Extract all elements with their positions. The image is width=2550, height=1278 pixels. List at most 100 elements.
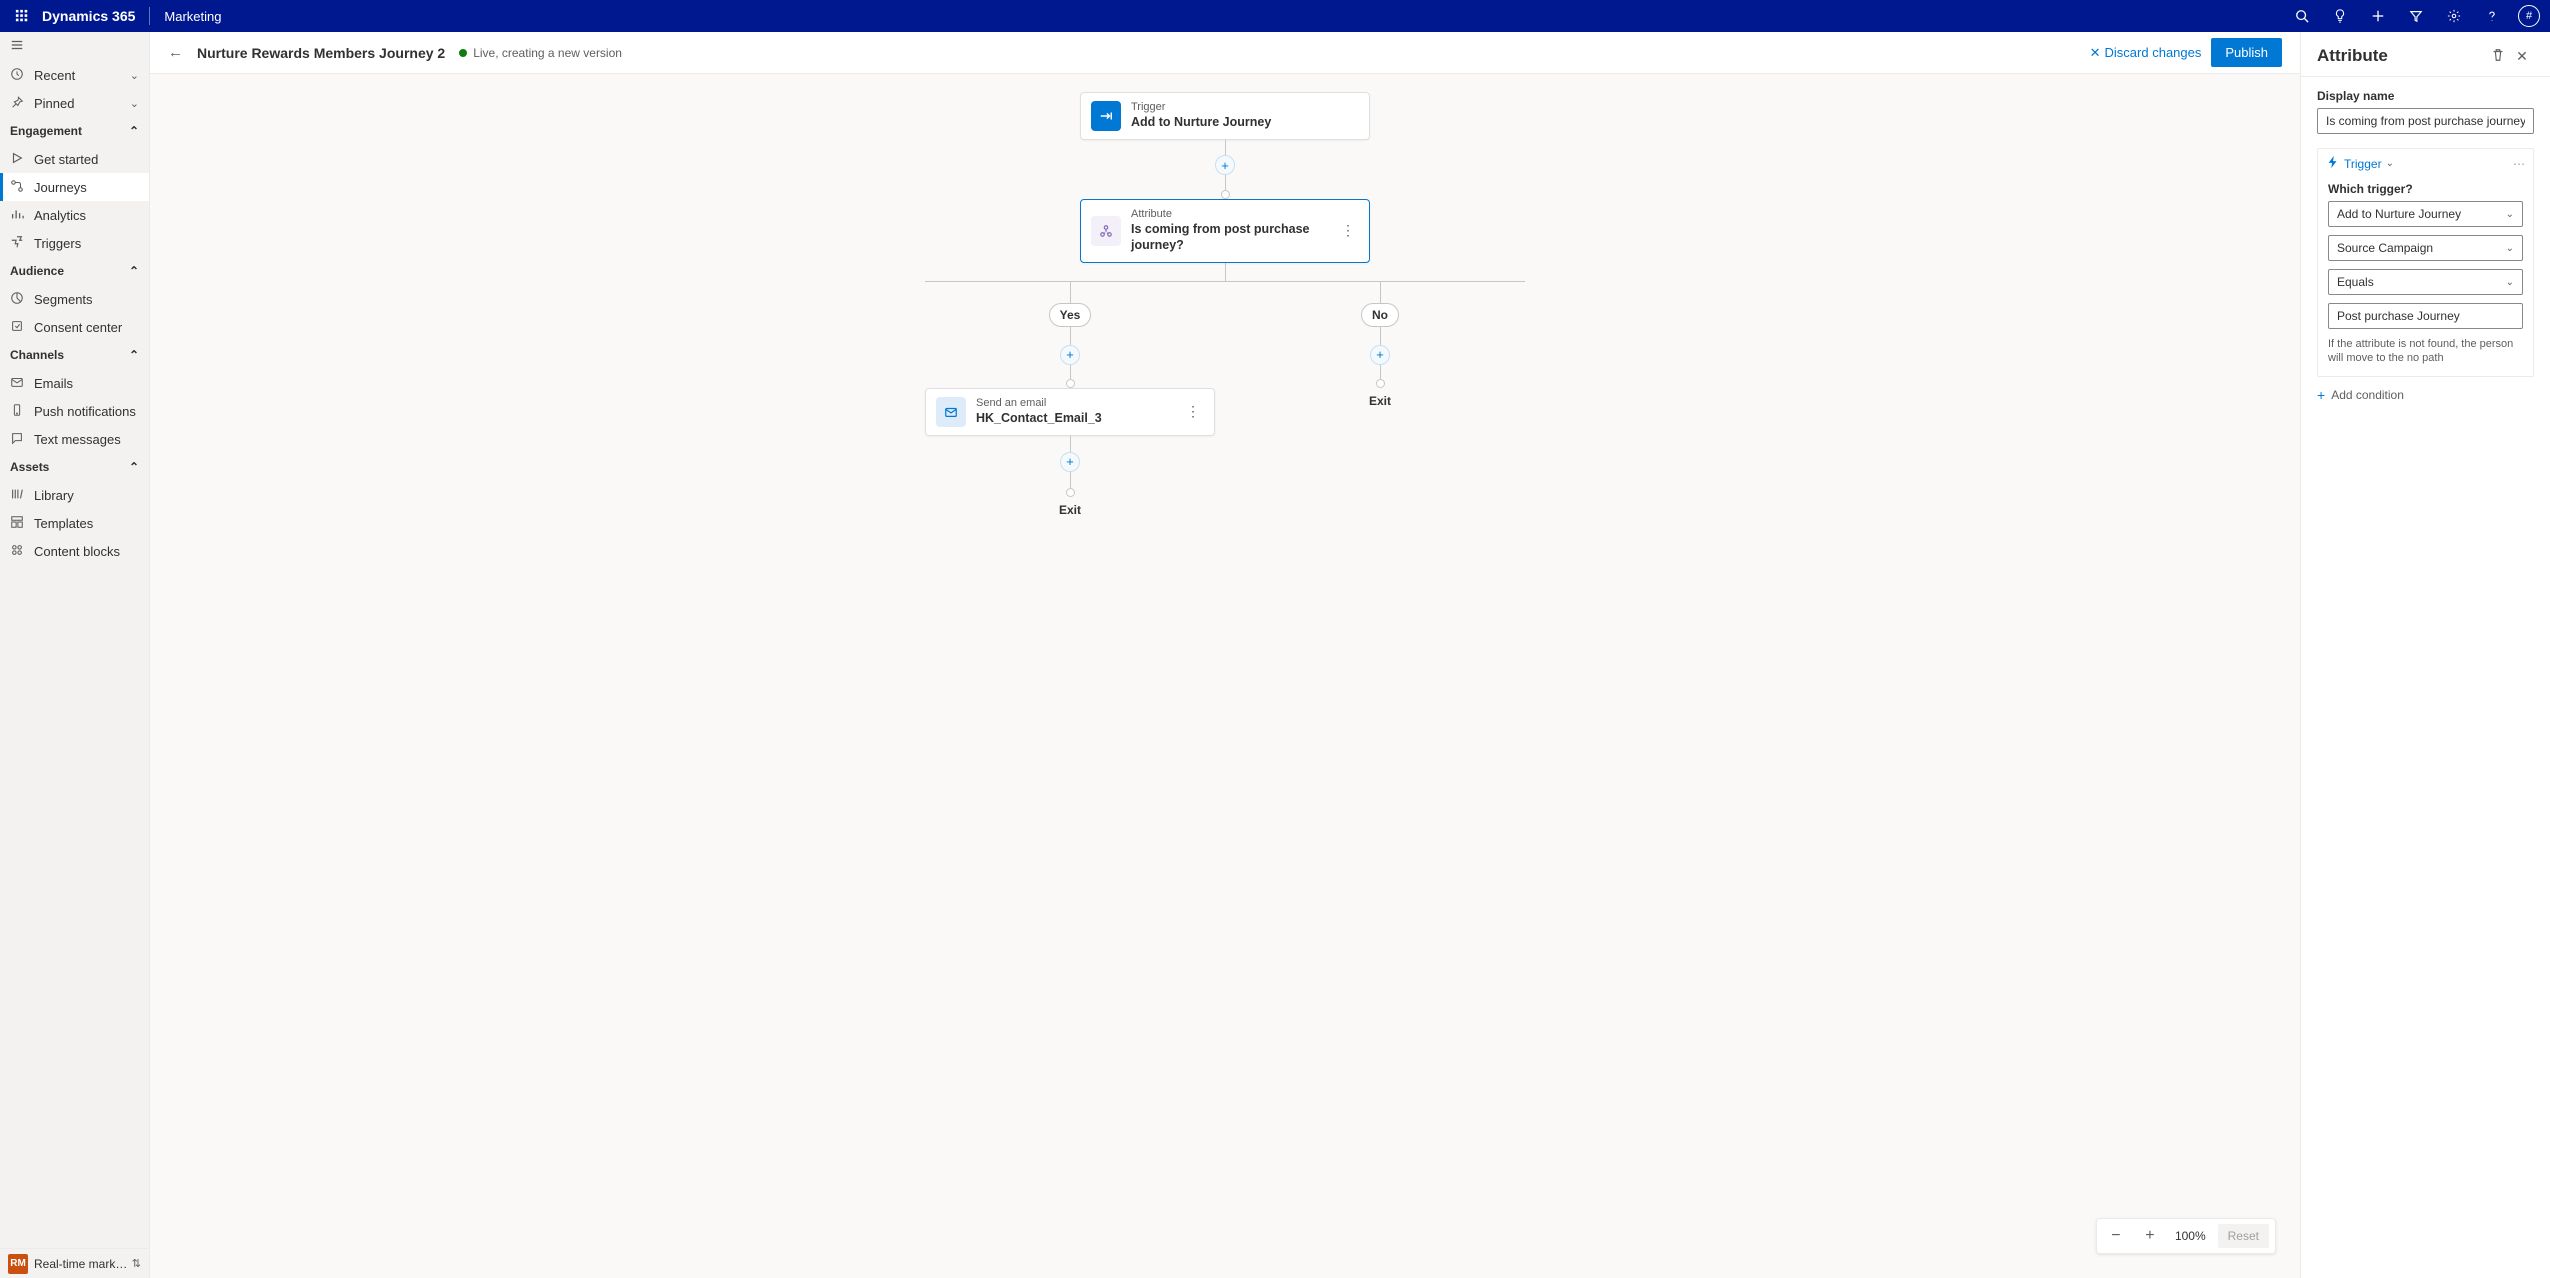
hamburger-icon[interactable]	[10, 38, 30, 55]
branch-pill-no[interactable]: No	[1361, 303, 1399, 327]
chart-icon	[10, 207, 28, 224]
node-type-label: Trigger	[1131, 101, 1359, 114]
exit-label: Exit	[1369, 394, 1391, 408]
sidebar-item-label: Templates	[34, 516, 139, 531]
zoom-value: 100%	[2171, 1229, 2210, 1243]
sidebar-group-assets[interactable]: Assets ⌃	[0, 453, 149, 481]
value-input[interactable]	[2328, 303, 2523, 329]
delete-icon[interactable]	[2486, 48, 2510, 65]
sidebar-item-recent[interactable]: Recent ⌄	[0, 61, 149, 89]
attribute-node[interactable]: Attribute Is coming from post purchase j…	[1080, 199, 1370, 263]
help-icon[interactable]	[2474, 0, 2510, 32]
brand-name[interactable]: Dynamics 365	[42, 8, 135, 24]
connector-dot	[1221, 190, 1230, 199]
chevron-down-icon: ⌄	[2506, 209, 2514, 220]
sidebar-item-templates[interactable]: Templates	[0, 509, 149, 537]
consent-icon	[10, 319, 28, 336]
yes-branch: Yes + Send an emai	[925, 281, 1215, 517]
lightbulb-icon[interactable]	[2322, 0, 2358, 32]
sidebar-item-emails[interactable]: Emails	[0, 369, 149, 397]
sidebar-item-analytics[interactable]: Analytics	[0, 201, 149, 229]
sidebar-item-label: Library	[34, 488, 139, 503]
journey-canvas[interactable]: Trigger Add to Nurture Journey +	[150, 74, 2300, 1278]
connector-dot	[1376, 379, 1385, 388]
connector-line	[1225, 140, 1226, 155]
chevron-down-icon: ⌄	[130, 97, 139, 110]
search-icon[interactable]	[2284, 0, 2320, 32]
publish-button[interactable]: Publish	[2211, 38, 2282, 67]
sidebar-item-label: Consent center	[34, 320, 139, 335]
add-step-button[interactable]: +	[1370, 345, 1390, 365]
pin-icon	[10, 95, 28, 112]
zoom-reset-button[interactable]: Reset	[2218, 1224, 2269, 1248]
trigger-dropdown[interactable]: Add to Nurture Journey ⌄	[2328, 201, 2523, 227]
sidebar-item-segments[interactable]: Segments	[0, 285, 149, 313]
properties-panel: Attribute ✕ Display name Trigger ⌄ ⋯	[2300, 32, 2550, 1278]
add-step-button[interactable]: +	[1215, 155, 1235, 175]
condition-group: Trigger ⌄ ⋯ Which trigger? Add to Nurtur…	[2317, 148, 2534, 377]
sidebar-item-label: Push notifications	[34, 404, 139, 419]
mail-icon	[10, 375, 28, 392]
chevron-down-icon: ⌄	[2386, 158, 2394, 169]
add-icon[interactable]	[2360, 0, 2396, 32]
connector-line	[1225, 175, 1226, 190]
sidebar-group-engagement[interactable]: Engagement ⌃	[0, 117, 149, 145]
status-dot-icon	[459, 49, 467, 57]
sidebar-item-pinned[interactable]: Pinned ⌄	[0, 89, 149, 117]
node-title: HK_Contact_Email_3	[976, 410, 1182, 426]
connector-dot	[1066, 488, 1075, 497]
status-indicator: Live, creating a new version	[459, 46, 622, 60]
user-avatar[interactable]: #	[2518, 5, 2540, 27]
connector-line	[1380, 365, 1381, 379]
add-step-button[interactable]: +	[1060, 452, 1080, 472]
connector-line	[1070, 327, 1071, 345]
zoom-out-button[interactable]: −	[2103, 1223, 2129, 1249]
condition-type-label: Trigger	[2344, 157, 2382, 171]
sidebar-item-content-blocks[interactable]: Content blocks	[0, 537, 149, 565]
sidebar-group-audience[interactable]: Audience ⌃	[0, 257, 149, 285]
gear-icon[interactable]	[2436, 0, 2472, 32]
connector-line	[1225, 263, 1226, 281]
condition-header[interactable]: Trigger ⌄ ⋯	[2318, 149, 2533, 178]
trigger-node[interactable]: Trigger Add to Nurture Journey	[1080, 92, 1370, 140]
chevron-up-icon: ⌃	[129, 348, 139, 362]
discard-changes-button[interactable]: ✕ Discard changes	[2090, 45, 2202, 61]
filter-icon[interactable]	[2398, 0, 2434, 32]
node-menu-icon[interactable]: ⋮	[1182, 403, 1204, 420]
sidebar-item-library[interactable]: Library	[0, 481, 149, 509]
sidebar-item-get-started[interactable]: Get started	[0, 145, 149, 173]
condition-menu-icon[interactable]: ⋯	[2513, 157, 2525, 171]
exit-label: Exit	[1059, 503, 1081, 517]
add-step-button[interactable]: +	[1060, 345, 1080, 365]
close-icon[interactable]: ✕	[2510, 48, 2534, 65]
sms-icon	[10, 431, 28, 448]
field-dropdown[interactable]: Source Campaign ⌄	[2328, 235, 2523, 261]
email-node[interactable]: Send an email HK_Contact_Email_3 ⋮	[925, 388, 1215, 436]
display-name-input[interactable]	[2317, 108, 2534, 134]
divider	[149, 7, 150, 25]
sidebar-item-consent-center[interactable]: Consent center	[0, 313, 149, 341]
sidebar-area-switcher[interactable]: RM Real-time marketi... ⇅	[0, 1248, 149, 1278]
module-name[interactable]: Marketing	[164, 9, 221, 24]
close-icon: ✕	[2090, 45, 2101, 61]
sidebar-group-channels[interactable]: Channels ⌃	[0, 341, 149, 369]
connector-line	[1070, 281, 1071, 303]
sidebar-item-text[interactable]: Text messages	[0, 425, 149, 453]
trigger-icon	[1091, 101, 1121, 131]
operator-dropdown[interactable]: Equals ⌄	[2328, 269, 2523, 295]
sidebar-item-journeys[interactable]: Journeys	[0, 173, 149, 201]
sidebar-item-triggers[interactable]: Triggers	[0, 229, 149, 257]
node-menu-icon[interactable]: ⋮	[1337, 222, 1359, 239]
connector-dot	[1066, 379, 1075, 388]
app-launcher-icon[interactable]	[10, 4, 34, 28]
which-trigger-label: Which trigger?	[2328, 182, 2523, 196]
zoom-in-button[interactable]: +	[2137, 1223, 2163, 1249]
blocks-icon	[10, 543, 28, 560]
mail-icon	[936, 397, 966, 427]
back-arrow-icon[interactable]: ←	[168, 44, 183, 61]
add-condition-button[interactable]: + Add condition	[2317, 387, 2534, 403]
area-label: Real-time marketi...	[34, 1257, 132, 1271]
branch-pill-yes[interactable]: Yes	[1049, 303, 1092, 327]
sidebar-item-push[interactable]: Push notifications	[0, 397, 149, 425]
page-title: Nurture Rewards Members Journey 2	[197, 45, 445, 61]
